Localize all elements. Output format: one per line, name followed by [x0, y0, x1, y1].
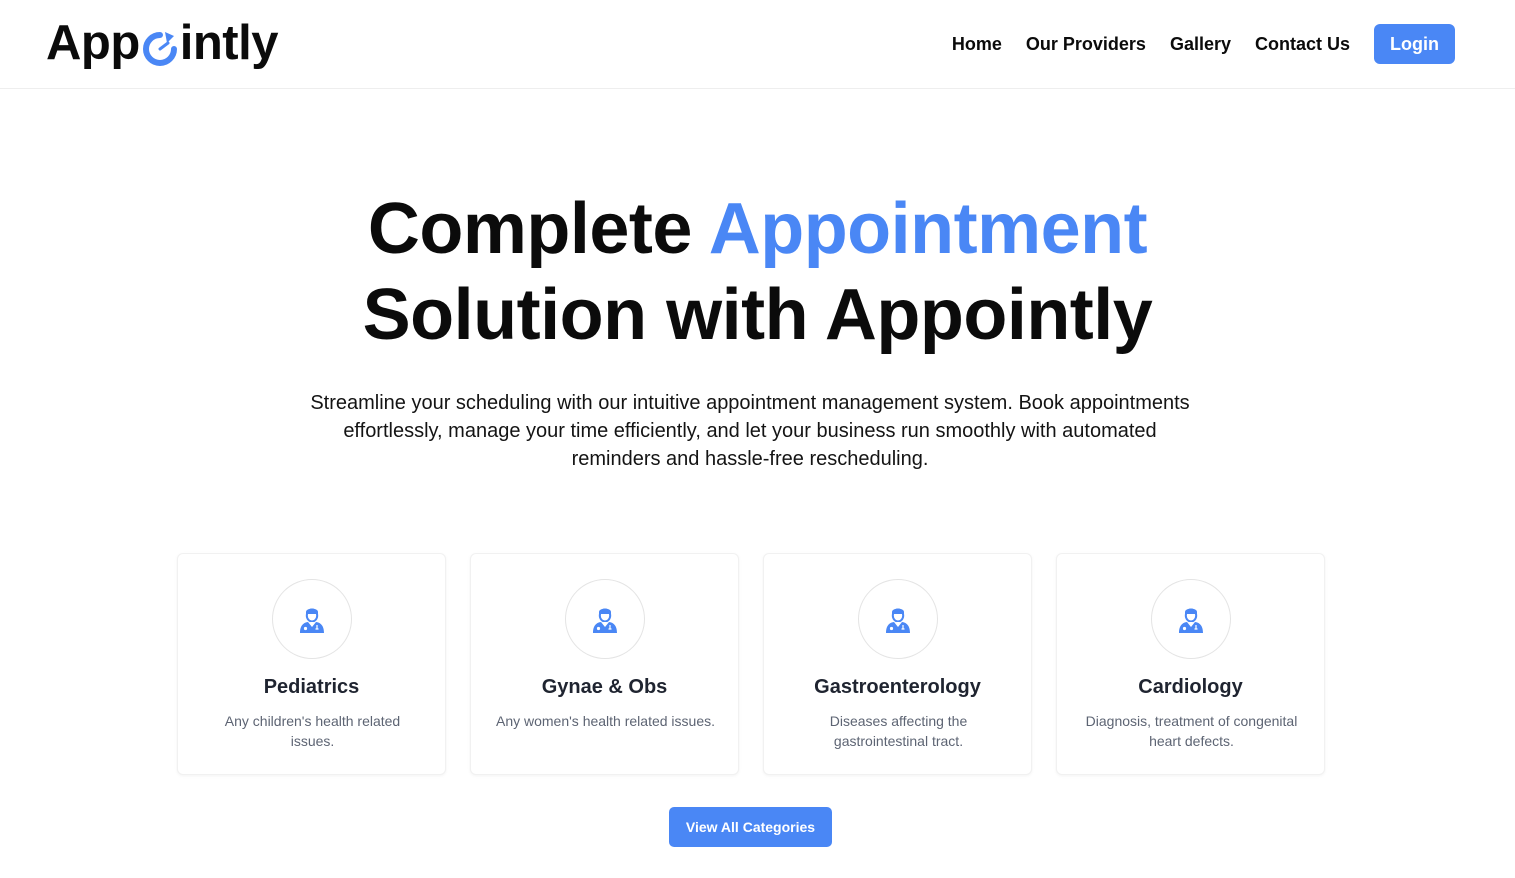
doctor-icon	[272, 579, 352, 659]
logo-text-prefix: App	[46, 15, 140, 70]
brand-logo[interactable]: App intly	[46, 14, 278, 72]
nav-home[interactable]: Home	[952, 34, 1002, 55]
login-button[interactable]: Login	[1374, 24, 1455, 64]
hero-title-part2: Solution with Appointly	[362, 275, 1153, 355]
hero-subtitle: Streamline your scheduling with our intu…	[310, 392, 1190, 470]
hero-title: Complete Appointment Solution with Appoi…	[0, 186, 1515, 358]
category-description: Diagnosis, treatment of congenital heart…	[1085, 713, 1298, 749]
category-card-pediatrics[interactable]: Pediatrics Any children's health related…	[177, 553, 446, 775]
category-title: Gastroenterology	[814, 676, 981, 698]
hero-title-part1: Complete	[367, 189, 709, 269]
doctor-icon	[858, 579, 938, 659]
category-cards: Pediatrics Any children's health related…	[177, 553, 1325, 775]
category-description: Diseases affecting the gastrointestinal …	[829, 713, 968, 749]
doctor-icon	[565, 579, 645, 659]
nav-our-providers[interactable]: Our Providers	[1026, 34, 1146, 55]
view-all-categories-button[interactable]: View All Categories	[669, 807, 832, 847]
nav-gallery[interactable]: Gallery	[1170, 34, 1231, 55]
category-description: Any women's health related issues.	[495, 713, 715, 729]
refresh-clock-icon	[141, 28, 179, 66]
site-header: App intly Home Our Providers Gallery Con…	[0, 0, 1515, 89]
main-nav: Home Our Providers Gallery Contact Us Lo…	[952, 24, 1455, 64]
category-title: Gynae & Obs	[541, 676, 668, 698]
category-card-gynae-obs[interactable]: Gynae & Obs Any women's health related i…	[470, 553, 739, 775]
nav-contact-us[interactable]: Contact Us	[1255, 34, 1350, 55]
category-description: Any children's health related issues.	[224, 713, 401, 749]
doctor-icon	[1151, 579, 1231, 659]
category-card-cardiology[interactable]: Cardiology Diagnosis, treatment of conge…	[1056, 553, 1325, 775]
hero-title-accent: Appointment	[708, 189, 1148, 269]
category-title: Pediatrics	[263, 676, 360, 698]
category-title: Cardiology	[1138, 676, 1243, 698]
logo-text-suffix: intly	[179, 15, 279, 70]
category-card-gastroenterology[interactable]: Gastroenterology Diseases affecting the …	[763, 553, 1032, 775]
